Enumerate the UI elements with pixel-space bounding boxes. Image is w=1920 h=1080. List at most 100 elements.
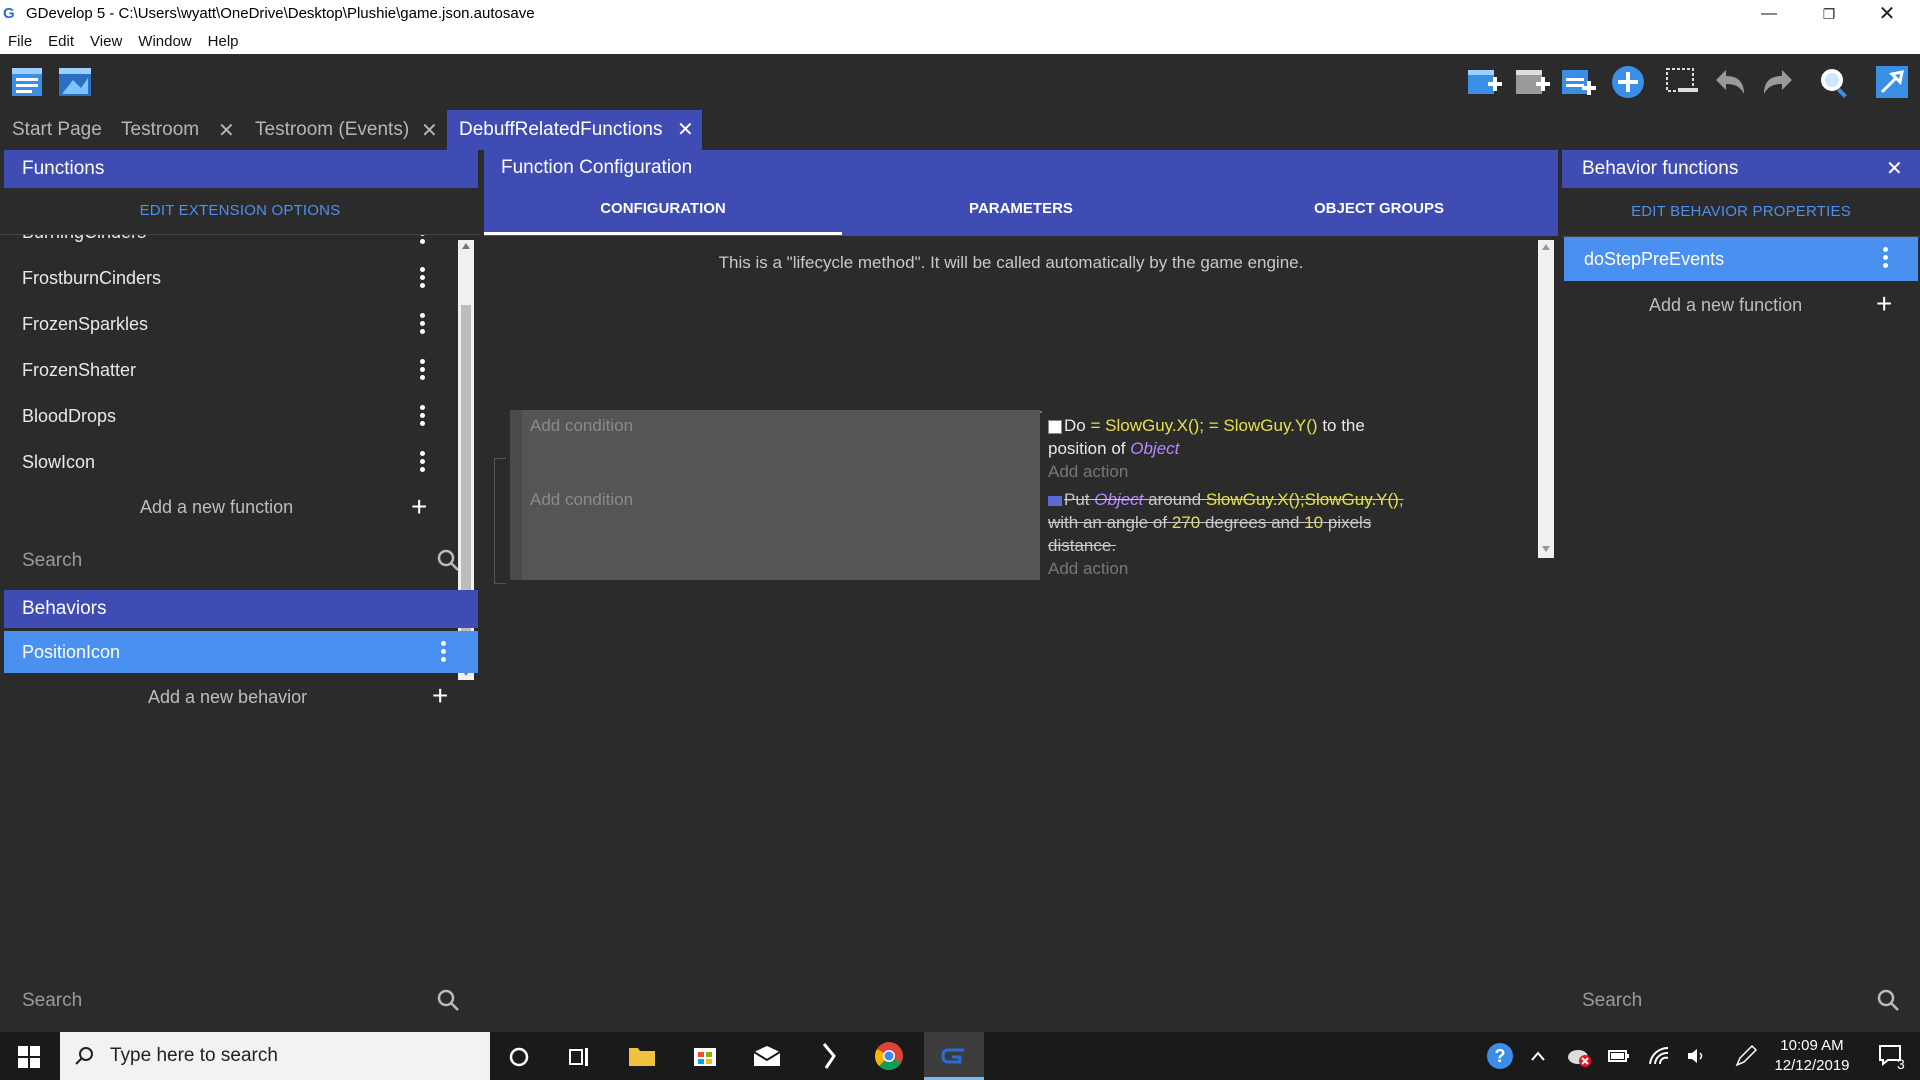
add-new-function-label[interactable]: Add a new function [1649, 295, 1802, 316]
scroll-down-icon[interactable] [1542, 546, 1550, 552]
help-icon[interactable]: ? [1486, 1042, 1514, 1070]
project-manager-icon[interactable] [10, 64, 46, 100]
mail-icon[interactable] [752, 1044, 782, 1068]
tab-start-page[interactable]: Start Page [12, 110, 102, 150]
active-tab-indicator [484, 232, 842, 235]
add-action-button[interactable]: Add action [1048, 460, 1128, 483]
onedrive-error-icon[interactable] [1566, 1044, 1592, 1068]
add-condition-button[interactable]: Add condition [530, 490, 633, 510]
add-comment-icon[interactable] [1560, 64, 1596, 100]
search-events-icon[interactable] [1816, 64, 1852, 100]
editor-tabs: Start Page Testroom ✕ Testroom (Events) … [0, 110, 1920, 150]
more-vert-icon[interactable] [420, 405, 426, 429]
add-behavior-icon[interactable]: + [432, 682, 448, 710]
list-item[interactable]: FrozenShatter [0, 347, 460, 393]
close-tab-debuff-icon[interactable]: ✕ [677, 110, 694, 150]
tab-testroom-events[interactable]: Testroom (Events) [255, 110, 409, 150]
position-action-icon [1048, 419, 1062, 434]
action-put-around-disabled[interactable]: Put Object around SlowGuy.X();SlowGuy.Y(… [1048, 488, 1404, 557]
add-function-icon[interactable]: + [411, 493, 427, 521]
add-action-button[interactable]: Add action [1048, 557, 1128, 580]
more-vert-icon[interactable] [420, 451, 426, 475]
scroll-up-icon[interactable] [1542, 244, 1550, 250]
list-item[interactable]: FrozenSparkles [0, 301, 460, 347]
list-item[interactable]: BurningCinders [0, 235, 460, 255]
close-tab-testroom-icon[interactable]: ✕ [218, 118, 235, 143]
lifecycle-description: This is a "lifecycle method". It will be… [718, 253, 1304, 272]
settings-icon[interactable] [1874, 64, 1910, 100]
close-panel-icon[interactable]: ✕ [1886, 150, 1903, 188]
task-view-icon[interactable] [568, 1046, 590, 1068]
add-subevent-icon[interactable] [1514, 64, 1550, 100]
app-bolt-icon[interactable] [820, 1042, 840, 1070]
functions-search-input[interactable]: Search [22, 550, 82, 572]
more-vert-icon[interactable] [420, 359, 426, 383]
search-icon[interactable] [436, 548, 460, 572]
add-new-function-label[interactable]: Add a new function [140, 497, 293, 518]
close-tab-testroom-events-icon[interactable]: ✕ [421, 118, 438, 143]
clock[interactable]: 10:09 AM 12/12/2019 [1772, 1036, 1852, 1076]
search-icon[interactable] [436, 988, 460, 1012]
function-name: FrostburnCinders [22, 268, 162, 288]
volume-icon[interactable] [1686, 1046, 1708, 1066]
edit-extension-options-button[interactable]: EDIT EXTENSION OPTIONS [0, 202, 480, 219]
menu-file[interactable]: File [0, 28, 40, 50]
action-change-position[interactable]: Do = SlowGuy.X(); = SlowGuy.Y() to the p… [1048, 414, 1404, 460]
behaviors-search-input[interactable]: Search [22, 990, 82, 1012]
event-conditions[interactable]: Add condition [510, 410, 1040, 484]
file-explorer-icon[interactable] [628, 1044, 656, 1068]
more-vert-icon[interactable] [1883, 247, 1889, 271]
undo-icon[interactable] [1712, 64, 1748, 100]
add-instruction-icon[interactable] [1610, 64, 1646, 100]
tab-parameters[interactable]: PARAMETERS [842, 186, 1200, 236]
behavior-item-position-icon[interactable]: PositionIcon [4, 631, 478, 673]
redo-icon[interactable] [1760, 64, 1796, 100]
menu-edit[interactable]: Edit [40, 28, 82, 50]
microsoft-store-icon[interactable] [692, 1042, 718, 1068]
pen-icon[interactable] [1734, 1044, 1758, 1068]
tab-testroom[interactable]: Testroom [121, 110, 199, 150]
gdevelop-taskbar-button[interactable] [924, 1032, 984, 1080]
config-scrollbar[interactable] [1538, 240, 1554, 558]
action-center-button[interactable]: 3 [1864, 1032, 1920, 1080]
event-drag-handle[interactable] [494, 458, 506, 584]
function-name: doStepPreEvents [1584, 249, 1725, 269]
restore-button[interactable]: ❐ [1806, 0, 1852, 28]
scroll-up-icon[interactable] [462, 243, 470, 249]
more-vert-icon[interactable] [420, 235, 426, 247]
edit-behavior-properties-button[interactable]: EDIT BEHAVIOR PROPERTIES [1562, 203, 1920, 220]
more-vert-icon[interactable] [420, 313, 426, 337]
chevron-up-icon[interactable] [1530, 1050, 1546, 1062]
add-function-icon[interactable]: + [1876, 290, 1892, 318]
search-icon[interactable] [1876, 988, 1900, 1012]
battery-icon[interactable] [1608, 1048, 1630, 1064]
add-new-behavior-label[interactable]: Add a new behavior [148, 687, 307, 708]
cortana-icon[interactable] [508, 1046, 530, 1068]
more-vert-icon[interactable] [441, 641, 447, 665]
chrome-icon[interactable] [874, 1041, 904, 1071]
menu-help[interactable]: Help [200, 28, 247, 50]
minimize-button[interactable]: — [1746, 0, 1792, 28]
list-item[interactable]: FrostburnCinders [0, 255, 460, 301]
tab-configuration[interactable]: CONFIGURATION [484, 186, 842, 236]
behavior-functions-search-input[interactable]: Search [1582, 990, 1642, 1012]
tab-object-groups[interactable]: OBJECT GROUPS [1200, 186, 1558, 236]
expression-coords: SlowGuy.X();SlowGuy.Y() [1205, 490, 1399, 509]
behavior-function-do-step-pre-events[interactable]: doStepPreEvents [1564, 237, 1918, 281]
wifi-icon[interactable] [1648, 1046, 1670, 1066]
menu-window[interactable]: Window [130, 28, 199, 50]
windows-start-icon[interactable] [18, 1046, 40, 1068]
add-event-icon[interactable] [1466, 64, 1502, 100]
event-conditions[interactable]: Add condition [510, 484, 1040, 580]
menu-view[interactable]: View [82, 28, 130, 50]
delete-selection-icon[interactable] [1664, 64, 1700, 100]
scene-icon[interactable] [57, 64, 93, 100]
title-bar: G GDevelop 5 - C:\Users\wyatt\OneDrive\D… [0, 0, 1920, 28]
list-item[interactable]: SlowIcon [0, 439, 460, 485]
list-item[interactable]: BloodDrops [0, 393, 460, 439]
tab-debuff-related-functions[interactable]: DebuffRelatedFunctions ✕ [447, 110, 702, 150]
more-vert-icon[interactable] [420, 267, 426, 291]
close-window-button[interactable]: ✕ [1864, 0, 1910, 28]
add-condition-button[interactable]: Add condition [530, 416, 633, 436]
taskbar-search-box[interactable]: Type here to search [60, 1032, 490, 1080]
